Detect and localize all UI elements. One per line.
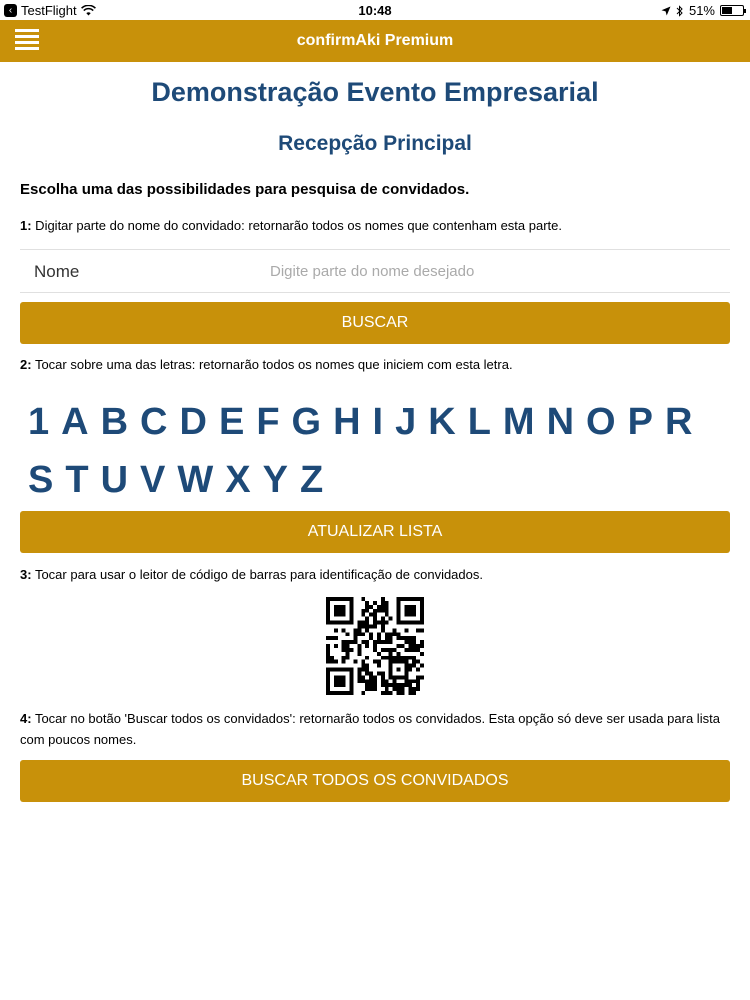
letter-e[interactable]: E (219, 393, 244, 451)
letter-z[interactable]: Z (300, 451, 323, 509)
name-search-input[interactable] (270, 256, 720, 286)
location-arrow-icon (661, 6, 671, 15)
search-button[interactable]: BUSCAR (20, 302, 730, 344)
step-1-number: 1: (20, 218, 32, 233)
letter-j[interactable]: J (395, 393, 416, 451)
step-2-number: 2: (20, 357, 32, 372)
letter-d[interactable]: D (180, 393, 207, 451)
app-title: confirmAki Premium (296, 32, 454, 49)
letter-c[interactable]: C (140, 393, 167, 451)
status-time: 10:48 (358, 3, 392, 18)
step-3-text: Tocar para usar o leitor de código de ba… (31, 567, 483, 582)
letter-w[interactable]: W (177, 451, 213, 509)
letter-s[interactable]: S (28, 451, 53, 509)
bluetooth-icon (676, 4, 683, 17)
step-4-number: 4: (20, 711, 32, 726)
letter-t[interactable]: T (65, 451, 88, 509)
letter-f[interactable]: F (256, 393, 279, 451)
letter-b[interactable]: B (101, 393, 128, 451)
letter-v[interactable]: V (140, 451, 165, 509)
status-bar: ‹ TestFlight 10:48 51% (0, 0, 750, 20)
step-1-text: Digitar parte do nome do convidado: reto… (31, 218, 562, 233)
name-field-label: Nome (34, 262, 80, 281)
name-search-row: Nome (20, 249, 730, 293)
letter-g[interactable]: G (292, 393, 322, 451)
letter-k[interactable]: K (428, 393, 455, 451)
nav-bar: confirmAki Premium (0, 20, 750, 62)
letter-x[interactable]: X (225, 451, 250, 509)
search-all-guests-button[interactable]: BUSCAR TODOS OS CONVIDADOS (20, 760, 730, 802)
step-1-instruction: 1: Digitar parte do nome do convidado: r… (20, 215, 735, 236)
search-instructions: Escolha uma das possibilidades para pesq… (20, 181, 470, 198)
step-4-instruction: 4: Tocar no botão 'Buscar todos os convi… (20, 708, 735, 750)
letter-m[interactable]: M (503, 393, 535, 451)
step-3-number: 3: (20, 567, 32, 582)
letter-n[interactable]: N (547, 393, 574, 451)
step-3-instruction: 3: Tocar para usar o leitor de código de… (20, 564, 735, 585)
letter-l[interactable]: L (468, 393, 491, 451)
letter-index: 1 A B C D E F G H I J K L M N O P R S T U V W X Y Z (28, 393, 738, 509)
step-2-text: Tocar sobre uma das letras: retornarão t… (31, 357, 513, 372)
step-4-text: Tocar no botão 'Buscar todos os convidad… (20, 711, 720, 747)
event-title: Demonstração Evento Empresarial (151, 77, 599, 107)
letter-1[interactable]: 1 (28, 393, 49, 451)
qr-code-scanner-icon[interactable] (326, 597, 424, 695)
battery-percent: 51% (688, 3, 715, 18)
step-2-instruction: 2: Tocar sobre uma das letras: retornarã… (20, 354, 735, 375)
reception-title: Recepção Principal (278, 132, 472, 155)
letter-y[interactable]: Y (263, 451, 288, 509)
battery-icon (720, 5, 746, 16)
letter-a[interactable]: A (61, 393, 88, 451)
letter-o[interactable]: O (586, 393, 616, 451)
letter-r[interactable]: R (665, 393, 692, 451)
letter-i[interactable]: I (373, 393, 384, 451)
letter-h[interactable]: H (333, 393, 360, 451)
battery-fill (722, 7, 733, 14)
letter-u[interactable]: U (101, 451, 128, 509)
refresh-list-button[interactable]: ATUALIZAR LISTA (20, 511, 730, 553)
letter-p[interactable]: P (628, 393, 653, 451)
